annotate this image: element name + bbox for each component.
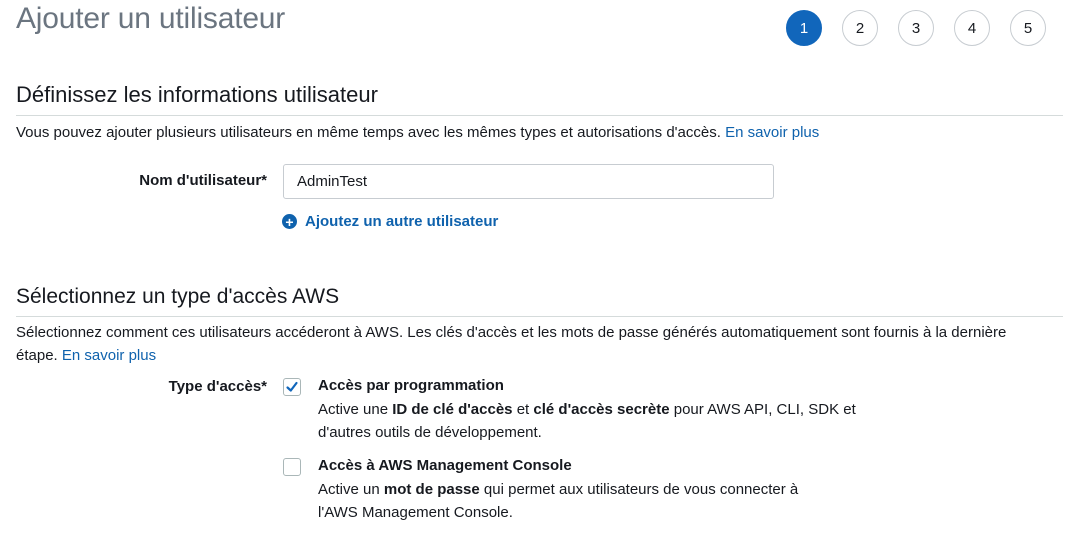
access-type-label: Type d'accès*: [168, 378, 267, 395]
console-access-title: Accès à AWS Management Console: [318, 457, 572, 474]
programmatic-access-description: Active une ID de clé d'accès et clé d'ac…: [318, 398, 878, 444]
section-divider: [16, 115, 1063, 116]
programmatic-access-title: Accès par programmation: [318, 377, 504, 394]
plus-circle-icon: +: [282, 214, 297, 229]
desc-bold: mot de passe: [383, 481, 480, 498]
wizard-steps: 1 2 3 4 5: [786, 10, 1046, 46]
step-2[interactable]: 2: [842, 10, 878, 46]
access-type-description: Sélectionnez comment ces utilisateurs ac…: [16, 321, 1063, 367]
page-title: Ajouter un utilisateur: [16, 2, 286, 35]
desc-text: qui permet aux utilisateurs de vous conn…: [479, 481, 799, 498]
console-access-checkbox[interactable]: [283, 458, 301, 476]
user-details-description: Vous pouvez ajouter plusieurs utilisateu…: [16, 121, 819, 144]
console-access-description: Active un mot de passe qui permet aux ut…: [318, 478, 878, 524]
username-input[interactable]: [283, 164, 774, 199]
step-4[interactable]: 4: [954, 10, 990, 46]
user-details-heading: Définissez les informations utilisateur: [16, 82, 378, 107]
checkmark-icon: [286, 381, 298, 392]
desc-text: d'autres outils de développement.: [318, 424, 542, 441]
step-3[interactable]: 3: [898, 10, 934, 46]
add-another-user-button[interactable]: + Ajoutez un autre utilisateur: [282, 213, 498, 230]
programmatic-access-checkbox[interactable]: [283, 378, 301, 396]
desc-text: l'AWS Management Console.: [318, 504, 513, 521]
access-type-description-line1: Sélectionnez comment ces utilisateurs ac…: [16, 324, 1007, 341]
desc-bold: ID de clé d'accès: [392, 401, 513, 418]
add-another-user-label: Ajoutez un autre utilisateur: [305, 213, 499, 230]
access-type-description-line2: étape.: [16, 347, 58, 364]
learn-more-link[interactable]: En savoir plus: [62, 347, 156, 364]
username-label: Nom d'utilisateur*: [139, 172, 267, 189]
desc-text: Active une: [318, 401, 393, 418]
desc-text: Active un: [318, 481, 384, 498]
section-divider: [16, 316, 1063, 317]
desc-text: pour AWS API, CLI, SDK et: [669, 401, 856, 418]
access-type-heading: Sélectionnez un type d'accès AWS: [16, 285, 340, 308]
desc-bold: clé d'accès secrète: [533, 401, 670, 418]
desc-text: et: [512, 401, 534, 418]
step-5[interactable]: 5: [1010, 10, 1046, 46]
user-details-description-text: Vous pouvez ajouter plusieurs utilisateu…: [16, 124, 721, 141]
learn-more-link[interactable]: En savoir plus: [725, 124, 819, 141]
step-1[interactable]: 1: [786, 10, 822, 46]
